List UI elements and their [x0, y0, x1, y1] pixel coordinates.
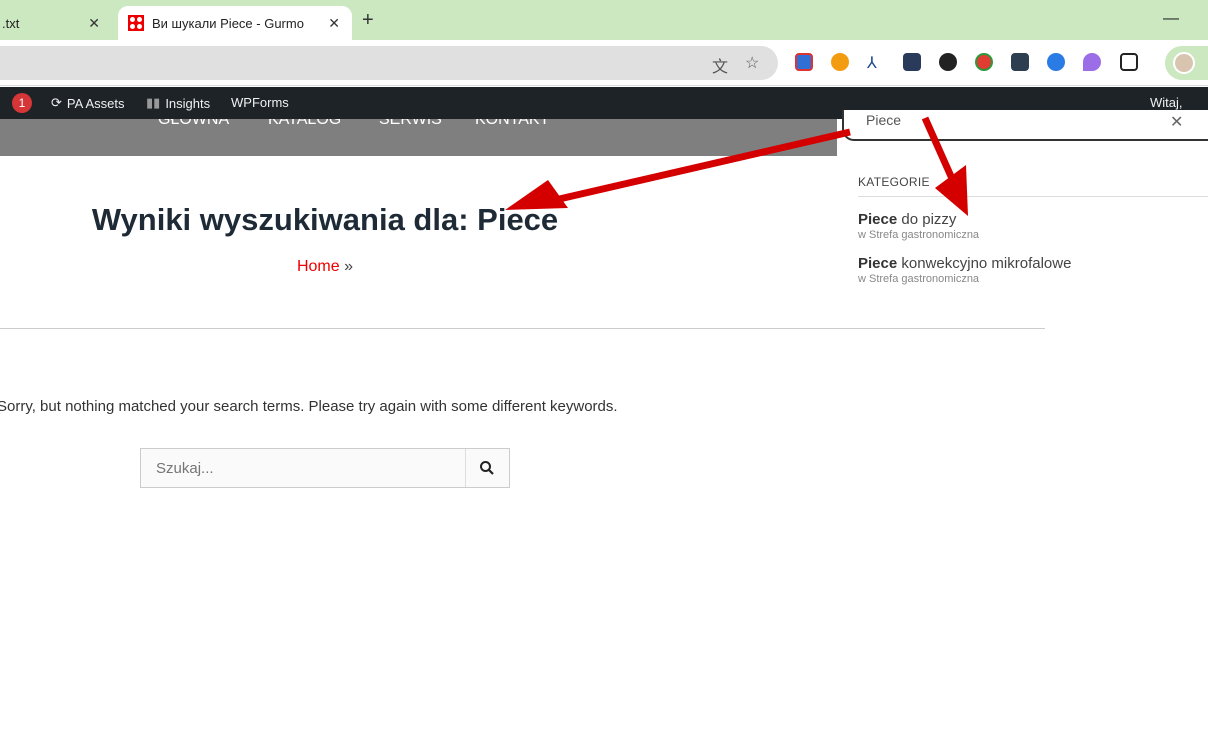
result-text: konwekcyjno mikrofalowe [897, 255, 1072, 272]
search-autocomplete: KATEGORIE Piece do pizzy w Strefa gastro… [858, 175, 1208, 285]
tab-strip: .txt ✕ Ви шукали Piece - Gurmo ✕ + — [0, 0, 1208, 40]
puzzle-icon[interactable] [1120, 53, 1138, 71]
tab-txt[interactable]: .txt ✕ [0, 6, 112, 40]
match-text: Piece [858, 255, 898, 272]
extension-icon[interactable] [975, 53, 993, 71]
site-nav: GŁÓWNA KATALOG SERWIS KONTAKT [0, 119, 837, 156]
breadcrumb: Home » [0, 258, 650, 276]
extension-icon[interactable] [903, 53, 921, 71]
bar-chart-icon: ▮▮ [146, 95, 161, 110]
no-results-message: Sorry, but nothing matched your search t… [0, 398, 618, 415]
tab-active[interactable]: Ви шукали Piece - Gurmo ✕ [118, 6, 352, 40]
admin-item-label: Insights [165, 95, 211, 111]
browser-toolbar: ⽂ ☆ ⅄ [0, 40, 1208, 86]
nav-item-serwis[interactable]: SERWIS [379, 119, 442, 129]
close-icon[interactable]: ✕ [88, 15, 100, 32]
calendar-extension-icon[interactable] [795, 53, 813, 71]
avatar [1173, 52, 1195, 74]
header-search-input[interactable]: Piece ✕ [842, 110, 1208, 141]
result-text: do pizzy [897, 211, 957, 228]
search-input[interactable] [141, 449, 466, 487]
notification-badge: 1 [12, 93, 32, 113]
nav-item-katalog[interactable]: KATALOG [268, 119, 341, 129]
nav-item-kontakt[interactable]: KONTAKT [475, 119, 549, 129]
search-button[interactable] [465, 449, 509, 487]
star-icon[interactable]: ☆ [745, 53, 759, 73]
tag-extension-icon[interactable] [1047, 53, 1065, 71]
result-category: w Strefa gastronomiczna [858, 273, 980, 285]
nav-item-glowna[interactable]: GŁÓWNA [158, 119, 229, 129]
search-form [140, 448, 510, 488]
extension-icon[interactable]: ⅄ [867, 53, 885, 72]
match-text: Piece [858, 211, 898, 228]
refresh-icon: ⟳ [51, 95, 62, 110]
result-category: w Strefa gastronomiczna [858, 229, 980, 241]
admin-item-label: WPForms [231, 95, 289, 110]
notifications[interactable]: 1 [12, 93, 32, 113]
page-title: Wyniki wyszukiwania dla: Piece [91, 202, 559, 237]
admin-item-label: PA Assets [66, 95, 125, 111]
clear-icon[interactable]: ✕ [1170, 112, 1183, 132]
translate-icon[interactable]: ⽂ [712, 53, 728, 77]
autocomplete-item[interactable]: Piece do pizzy w Strefa gastronomiczna [858, 211, 1208, 241]
site-favicon-icon [128, 15, 144, 31]
drop-extension-icon[interactable] [1083, 53, 1101, 71]
admin-item-wpforms[interactable]: WPForms [231, 95, 289, 110]
divider [0, 328, 1045, 329]
admin-item-pa-assets[interactable]: ⟳ PA Assets [51, 95, 124, 111]
tab-label: .txt [2, 15, 20, 31]
minimize-icon[interactable]: — [1163, 10, 1179, 28]
profile-button[interactable] [1165, 46, 1208, 80]
search-icon [480, 461, 494, 475]
x-extension-icon[interactable] [1011, 53, 1029, 71]
admin-item-insights[interactable]: ▮▮ Insights [146, 95, 210, 111]
extension-icon[interactable] [831, 53, 849, 71]
breadcrumb-separator: » [344, 258, 354, 275]
section-header: KATEGORIE [858, 175, 1208, 197]
address-bar[interactable]: ⽂ ☆ [0, 46, 778, 80]
new-tab-icon[interactable]: + [362, 9, 374, 32]
autocomplete-item[interactable]: Piece konwekcyjno mikrofalowe w Strefa g… [858, 255, 1208, 285]
tab-label: Ви шукали Piece - Gurmo [152, 15, 304, 31]
breadcrumb-home[interactable]: Home [297, 258, 340, 275]
close-icon[interactable]: ✕ [328, 15, 340, 32]
wordpress-extension-icon[interactable] [939, 53, 957, 71]
search-value: Piece [866, 112, 902, 128]
